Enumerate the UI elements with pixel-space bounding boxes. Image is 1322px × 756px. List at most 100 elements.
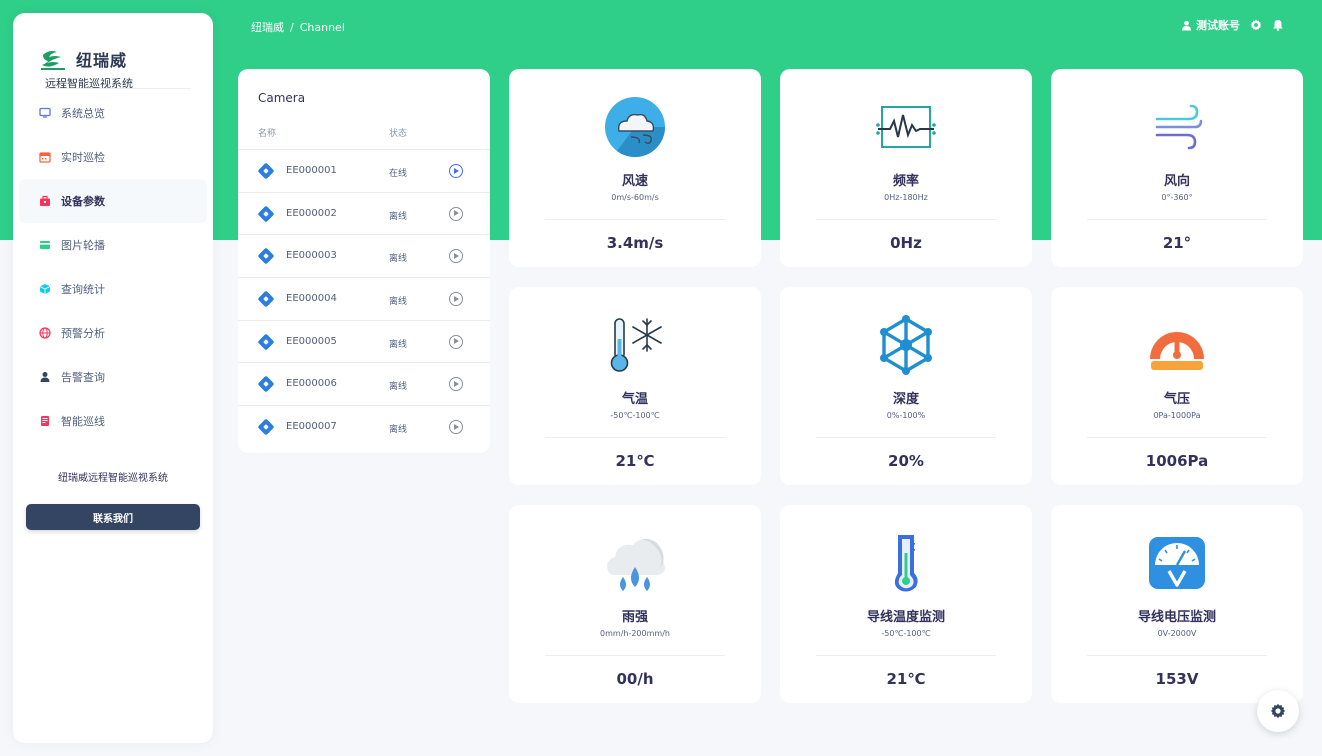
column-header-name: 名称 xyxy=(258,129,277,139)
gear-icon xyxy=(1270,703,1286,719)
table-row[interactable]: EE000002 离线 xyxy=(238,191,490,235)
sidebar-footer-title: 纽瑞威远程智能巡视系统 xyxy=(58,473,168,484)
metric-value: 21℃ xyxy=(886,670,926,688)
metric-value: 0Hz xyxy=(890,234,922,252)
wind-icon xyxy=(1155,104,1203,150)
camera-id: EE000004 xyxy=(286,293,337,305)
metric-value: 00/h xyxy=(616,670,654,688)
play-icon[interactable] xyxy=(449,164,463,178)
metric-card-wire-temperature[interactable]: 导线温度监测 -50℃-100℃ 21℃ xyxy=(780,505,1032,703)
play-icon[interactable] xyxy=(449,249,463,264)
rain-cloud-icon xyxy=(607,538,665,591)
camera-diamond-icon xyxy=(257,290,275,308)
sidebar-item-label: 智能巡线 xyxy=(61,415,105,428)
table-row[interactable]: EE000007 离线 xyxy=(238,405,490,448)
breadcrumb-separator: / xyxy=(290,21,294,34)
sidebar-nav: 系统总览 实时巡检 设备参数 图片轮播 查询统计 预警分析 告警查询 智能巡线 xyxy=(19,91,207,443)
camera-status: 离线 xyxy=(389,297,408,308)
camera-status: 离线 xyxy=(389,211,408,222)
play-icon[interactable] xyxy=(449,292,463,307)
play-icon[interactable] xyxy=(449,377,463,392)
divider xyxy=(816,219,996,220)
sidebar-item-line-patrol[interactable]: 智能巡线 xyxy=(19,399,207,443)
play-icon[interactable] xyxy=(449,420,463,435)
calendar-icon xyxy=(39,152,51,163)
settings-fab-button[interactable] xyxy=(1257,690,1299,732)
camera-diamond-icon xyxy=(257,162,275,180)
camera-title: Camera xyxy=(258,91,306,105)
metric-name: 气温 xyxy=(621,392,648,407)
divider xyxy=(545,655,725,656)
sidebar-item-statistics[interactable]: 查询统计 xyxy=(19,267,207,311)
cube-icon xyxy=(39,284,51,294)
camera-list: EE000001 在线 EE000002 离线 EE000003 离线 EE00… xyxy=(238,149,490,448)
account-name: 测试账号 xyxy=(1196,19,1240,32)
table-row[interactable]: EE000003 离线 xyxy=(238,234,490,277)
camera-id: EE000003 xyxy=(286,250,337,262)
brand[interactable]: 纽瑞威 远程智能巡视系统 xyxy=(39,35,209,91)
sidebar: 纽瑞威 远程智能巡视系统 系统总览 实时巡检 设备参数 图片轮播 查询统计 预警… xyxy=(13,13,213,743)
metric-range: -50℃-100℃ xyxy=(610,411,660,420)
gear-icon[interactable] xyxy=(1250,19,1262,31)
thermometer-icon xyxy=(894,535,918,592)
sidebar-item-label: 实时巡检 xyxy=(61,151,105,164)
metric-name: 导线温度监测 xyxy=(866,610,945,625)
metric-range: -50℃-100℃ xyxy=(881,629,931,638)
table-row[interactable]: EE000006 离线 xyxy=(238,362,490,405)
camera-card: Camera 名称 状态 EE000001 在线 EE000002 离线 EE0… xyxy=(238,69,490,453)
play-icon[interactable] xyxy=(449,334,463,349)
sidebar-item-alarm[interactable]: 告警查询 xyxy=(19,355,207,399)
voltmeter-icon xyxy=(1149,537,1205,589)
table-row[interactable]: EE000001 在线 xyxy=(238,149,490,192)
credit-card-icon xyxy=(40,241,50,249)
user-icon xyxy=(1181,20,1192,31)
divider xyxy=(816,437,996,438)
camera-diamond-icon xyxy=(257,247,275,265)
metric-range: 0m/s-60m/s xyxy=(611,193,659,202)
molecule-icon xyxy=(880,315,932,375)
breadcrumb-root[interactable]: 纽瑞威 xyxy=(251,21,284,34)
brand-name: 纽瑞威 xyxy=(76,51,128,70)
user-area: 测试账号 xyxy=(1181,17,1284,33)
camera-id: EE000006 xyxy=(286,378,337,390)
sidebar-item-device-params[interactable]: 设备参数 xyxy=(19,179,207,223)
metric-card-wind-direction[interactable]: 风向 0°-360° 21° xyxy=(1051,69,1303,267)
sidebar-item-inspection[interactable]: 实时巡检 xyxy=(19,135,207,179)
camera-diamond-icon xyxy=(257,205,275,223)
column-header-status: 状态 xyxy=(389,129,408,139)
camera-id: EE000001 xyxy=(286,165,337,176)
metric-card-depth[interactable]: 深度 0%-100% 20% xyxy=(780,287,1032,485)
sidebar-item-warning[interactable]: 预警分析 xyxy=(19,311,207,355)
sidebar-item-carousel[interactable]: 图片轮播 xyxy=(19,223,207,267)
metric-range: 0%-100% xyxy=(886,411,926,420)
metric-name: 深度 xyxy=(892,392,919,407)
user-icon xyxy=(40,372,50,382)
metric-value: 21° xyxy=(1162,234,1192,252)
metric-card-wind-speed[interactable]: 风速 0m/s-60m/s 3.4m/s xyxy=(509,69,761,267)
sidebar-item-label: 图片轮播 xyxy=(61,239,105,252)
divider xyxy=(545,437,725,438)
sidebar-item-overview[interactable]: 系统总览 xyxy=(19,91,207,135)
play-icon[interactable] xyxy=(449,206,463,221)
bell-icon[interactable] xyxy=(1272,19,1284,31)
metric-card-pressure[interactable]: 气压 0Pa-1000Pa 1006Pa xyxy=(1051,287,1303,485)
contact-us-button[interactable]: 联系我们 xyxy=(26,504,200,530)
metric-range: 0mm/h-200mm/h xyxy=(600,629,670,638)
sidebar-item-label: 告警查询 xyxy=(61,371,105,384)
table-row[interactable]: EE000004 离线 xyxy=(238,277,490,320)
metric-card-rainfall[interactable]: 雨强 0mm/h-200mm/h 00/h xyxy=(509,505,761,703)
account-menu[interactable]: 测试账号 xyxy=(1181,17,1240,33)
divider xyxy=(1087,219,1267,220)
metric-card-temperature[interactable]: 气温 -50℃-100℃ 21℃ xyxy=(509,287,761,485)
camera-status: 离线 xyxy=(389,425,408,436)
divider xyxy=(545,219,725,220)
metric-card-frequency[interactable]: 频率 0Hz-180Hz 0Hz xyxy=(780,69,1032,267)
camera-status: 离线 xyxy=(389,339,408,350)
metric-card-wire-voltage[interactable]: 导线电压监测 0V-2000V 153V xyxy=(1051,505,1303,703)
metric-value: 3.4m/s xyxy=(606,234,664,252)
table-row[interactable]: EE000005 离线 xyxy=(238,319,490,363)
divider xyxy=(816,655,996,656)
globe-icon xyxy=(39,327,51,339)
metric-range: 0Hz-180Hz xyxy=(884,193,928,202)
metric-name: 导线电压监测 xyxy=(1137,610,1216,625)
